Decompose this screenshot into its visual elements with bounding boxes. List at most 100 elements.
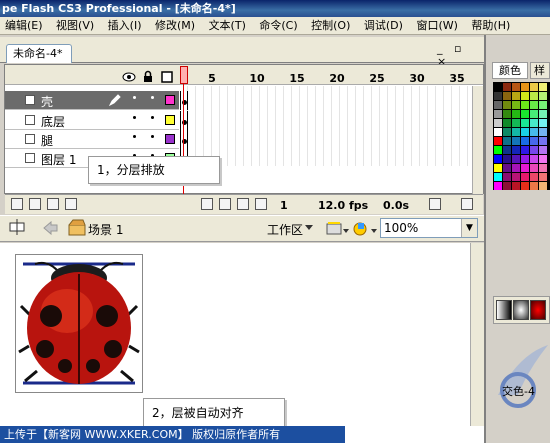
workspace-dropdown[interactable]: 工作区: [267, 221, 303, 238]
color-swatch[interactable]: [503, 101, 511, 109]
color-swatch[interactable]: [530, 182, 538, 190]
chevron-down-icon[interactable]: ▼: [461, 219, 477, 237]
onion-outline-icon[interactable]: [237, 198, 249, 210]
layer-outline-color[interactable]: [165, 134, 175, 144]
color-swatch[interactable]: [521, 164, 529, 172]
document-tab[interactable]: 未命名-4*: [6, 44, 72, 63]
color-swatch[interactable]: [539, 146, 547, 154]
color-swatch[interactable]: [539, 155, 547, 163]
back-arrow-icon[interactable]: [42, 221, 58, 235]
center-frame-icon[interactable]: [201, 198, 213, 210]
color-swatch[interactable]: [521, 119, 529, 127]
color-swatch[interactable]: [521, 92, 529, 100]
color-swatch[interactable]: [512, 155, 520, 163]
color-swatch[interactable]: [530, 119, 538, 127]
color-swatch[interactable]: [530, 128, 538, 136]
layer-row-base[interactable]: 底层: [5, 111, 179, 130]
color-swatch[interactable]: [521, 155, 529, 163]
color-swatch[interactable]: [512, 119, 520, 127]
color-swatch[interactable]: [494, 110, 502, 118]
color-swatch[interactable]: [503, 146, 511, 154]
menu-item-view[interactable]: 视图(V): [51, 17, 99, 34]
color-swatch[interactable]: [494, 155, 502, 163]
color-swatch[interactable]: [512, 173, 520, 181]
color-swatch[interactable]: [539, 92, 547, 100]
color-swatch[interactable]: [503, 155, 511, 163]
color-swatch[interactable]: [494, 137, 502, 145]
lock-icon[interactable]: [144, 70, 152, 83]
color-swatch-grid[interactable]: [493, 82, 550, 190]
color-swatch[interactable]: [530, 164, 538, 172]
color-swatch[interactable]: [503, 119, 511, 127]
color-swatch[interactable]: [503, 83, 511, 91]
color-swatch[interactable]: [512, 146, 520, 154]
color-swatch[interactable]: [512, 83, 520, 91]
timeline-scrollbar[interactable]: [472, 86, 483, 194]
color-swatch[interactable]: [494, 128, 502, 136]
menu-item-commands[interactable]: 命令(C): [254, 17, 302, 34]
edit-symbols-icon[interactable]: [352, 219, 378, 239]
eye-icon[interactable]: [122, 72, 136, 82]
layer-row-legs[interactable]: 腿: [5, 130, 179, 149]
color-swatch[interactable]: [503, 110, 511, 118]
color-swatch[interactable]: [521, 83, 529, 91]
menu-item-window[interactable]: 窗口(W): [411, 17, 462, 34]
color-swatch[interactable]: [539, 110, 547, 118]
color-swatch[interactable]: [530, 137, 538, 145]
color-swatch[interactable]: [512, 92, 520, 100]
color-swatch[interactable]: [494, 173, 502, 181]
color-swatch[interactable]: [494, 83, 502, 91]
layer-outline-color[interactable]: [165, 115, 175, 125]
visibility-dot[interactable]: [133, 135, 136, 138]
gradient-swatch-red[interactable]: [530, 300, 546, 320]
add-layer-icon[interactable]: [11, 198, 23, 210]
color-swatch[interactable]: [530, 173, 538, 181]
color-swatch[interactable]: [539, 101, 547, 109]
color-swatch[interactable]: [521, 182, 529, 190]
layer-outline-color[interactable]: [165, 95, 175, 105]
color-swatch[interactable]: [512, 128, 520, 136]
color-swatch[interactable]: [494, 164, 502, 172]
lock-dot[interactable]: [151, 135, 154, 138]
ladybug-graphic[interactable]: [17, 256, 141, 391]
zoom-select[interactable]: 100% ▼: [380, 218, 478, 238]
color-swatch[interactable]: [521, 137, 529, 145]
color-swatch[interactable]: [521, 173, 529, 181]
color-swatch[interactable]: [530, 92, 538, 100]
color-swatch[interactable]: [539, 119, 547, 127]
color-swatch[interactable]: [494, 119, 502, 127]
color-swatch[interactable]: [512, 110, 520, 118]
scroll-right-icon[interactable]: [461, 198, 473, 210]
add-folder-icon[interactable]: [47, 198, 59, 210]
color-swatch[interactable]: [530, 101, 538, 109]
menu-item-edit[interactable]: 编辑(E): [0, 17, 48, 34]
menu-item-insert[interactable]: 插入(I): [103, 17, 147, 34]
color-swatch[interactable]: [512, 164, 520, 172]
color-swatch[interactable]: [512, 182, 520, 190]
menu-item-debug[interactable]: 调试(D): [359, 17, 408, 34]
lock-dot[interactable]: [151, 96, 154, 99]
visibility-dot[interactable]: [133, 96, 136, 99]
menu-item-control[interactable]: 控制(O): [306, 17, 355, 34]
color-swatch[interactable]: [503, 173, 511, 181]
color-swatch[interactable]: [539, 182, 547, 190]
color-swatch[interactable]: [539, 173, 547, 181]
gradient-swatch-bw[interactable]: [496, 300, 512, 320]
lock-dot[interactable]: [151, 116, 154, 119]
color-swatch[interactable]: [530, 155, 538, 163]
scene-label[interactable]: 场景 1: [88, 221, 123, 238]
color-swatch[interactable]: [530, 146, 538, 154]
color-swatch[interactable]: [503, 182, 511, 190]
document-window-buttons[interactable]: _ ▫ ×: [437, 42, 483, 68]
color-swatch[interactable]: [530, 83, 538, 91]
color-swatch[interactable]: [521, 101, 529, 109]
menu-item-text[interactable]: 文本(T): [204, 17, 251, 34]
visibility-dot[interactable]: [133, 116, 136, 119]
color-swatch[interactable]: [494, 92, 502, 100]
color-swatch[interactable]: [512, 137, 520, 145]
color-swatch[interactable]: [503, 128, 511, 136]
tab-swatches[interactable]: 样: [530, 62, 550, 79]
stage-scrollbar[interactable]: [470, 243, 484, 426]
color-swatch[interactable]: [512, 101, 520, 109]
scroll-left-icon[interactable]: [429, 198, 441, 210]
